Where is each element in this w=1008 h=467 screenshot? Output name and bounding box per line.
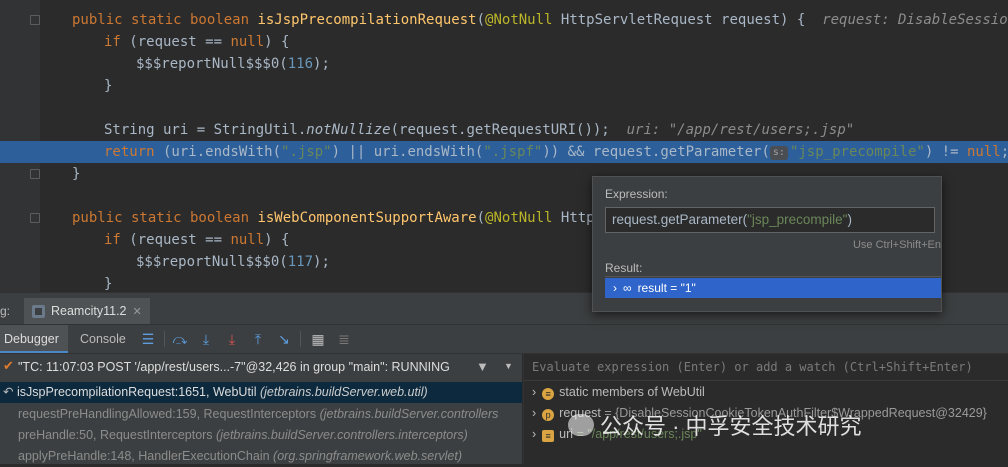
result-label: Result: xyxy=(605,261,643,275)
chevron-right-icon[interactable]: › xyxy=(532,406,536,420)
chevron-right-icon[interactable]: › xyxy=(532,427,536,441)
check-icon: ✔ xyxy=(3,358,14,373)
param-hint-badge: s: xyxy=(769,146,788,160)
local-variable-icon: ≡ xyxy=(542,430,555,442)
wechat-icon xyxy=(568,414,594,436)
chevron-right-icon[interactable]: › xyxy=(532,385,536,399)
teamcity-icon xyxy=(32,304,45,318)
code-line: } xyxy=(72,166,81,182)
variables-panel: Evaluate expression (Enter) or add a wat… xyxy=(523,354,1008,464)
watermark: 公众号 · 中孚安全技术研究 xyxy=(568,408,862,442)
expression-input[interactable]: request.getParameter("jsp_precompile") xyxy=(605,207,935,233)
trace-icon[interactable]: ≣ xyxy=(336,331,352,347)
debug-toolbar: Debugger Console ☰ ⤼ ⤓ ⤓ ⤒ ↘ ▦ ≣ xyxy=(0,325,1008,354)
separator xyxy=(164,331,165,347)
close-tab-icon[interactable]: ✕ xyxy=(133,305,142,318)
fold-marker[interactable] xyxy=(30,15,40,25)
force-step-into-icon[interactable]: ⤓ xyxy=(224,331,240,347)
inline-debug-value: uri: "/app/rest/users;.jsp" xyxy=(626,122,855,138)
code-line: public static boolean isJspPrecompilatio… xyxy=(72,9,1008,31)
chevron-down-icon[interactable]: ▼ xyxy=(504,361,513,371)
code-line: public static boolean isWebComponentSupp… xyxy=(72,210,620,226)
debug-panel-title: g: xyxy=(0,304,11,318)
variable-row[interactable]: › ≡ static members of WebUtil xyxy=(532,382,705,403)
separator xyxy=(300,331,301,347)
chevron-right-icon[interactable]: › xyxy=(613,281,617,295)
watch-input[interactable]: Evaluate expression (Enter) or add a wat… xyxy=(524,354,1008,381)
fold-marker[interactable] xyxy=(30,169,40,179)
code-line: String uri = StringUtil.notNullize(reque… xyxy=(104,122,855,138)
watch-glasses-icon: ∞ xyxy=(623,281,632,295)
stack-frame[interactable]: ↶ isJspPrecompilationRequest:1651, WebUti… xyxy=(0,382,522,403)
menu-lines-icon[interactable]: ☰ xyxy=(140,331,156,347)
tab-console[interactable]: Console xyxy=(72,325,132,353)
code-line: } xyxy=(104,78,113,94)
stack-frame[interactable]: preHandle:50, RequestInterceptors (jetbr… xyxy=(0,425,522,446)
parameter-icon: p xyxy=(542,409,555,421)
expression-label: Expression: xyxy=(605,187,668,201)
filter-icon[interactable]: ▼ xyxy=(476,359,489,374)
code-line: $$$reportNull$$$0(116); xyxy=(136,56,330,72)
thread-selector[interactable]: ✔ "TC: 11:07:03 POST '/app/rest/users...… xyxy=(0,354,522,380)
static-field-icon: ≡ xyxy=(542,388,555,400)
inline-debug-value: request: DisableSessionCooki xyxy=(822,12,1008,28)
code-line: $$$reportNull$$$0(117); xyxy=(136,254,330,270)
evaluate-expression-popup: Expression: request.getParameter("jsp_pr… xyxy=(592,176,942,312)
tab-debugger[interactable]: Debugger xyxy=(0,325,68,353)
run-config-tab[interactable]: Reamcity11.2 ✕ xyxy=(24,298,150,324)
stack-frame[interactable]: requestPreHandlingAllowed:159, RequestIn… xyxy=(0,404,522,425)
step-over-icon[interactable]: ⤼ xyxy=(172,331,188,347)
step-into-icon[interactable]: ⤓ xyxy=(198,331,214,347)
run-to-cursor-icon[interactable]: ↘ xyxy=(276,331,292,347)
current-execution-line: return (uri.endsWith(".jsp") || uri.ends… xyxy=(0,141,1008,163)
result-row[interactable]: › ∞ result = "1" xyxy=(605,278,941,298)
code-line: if (request == null) { xyxy=(104,34,290,50)
code-line: if (request == null) { xyxy=(104,232,290,248)
evaluate-grid-icon[interactable]: ▦ xyxy=(310,331,326,347)
shortcut-hint: Use Ctrl+Shift+En xyxy=(852,239,941,251)
fold-marker[interactable] xyxy=(30,213,40,223)
frames-panel: ✔ "TC: 11:07:03 POST '/app/rest/users...… xyxy=(0,354,522,464)
result-divider xyxy=(605,276,941,277)
frame-return-icon: ↶ xyxy=(3,385,14,399)
step-out-icon[interactable]: ⤒ xyxy=(250,331,266,347)
